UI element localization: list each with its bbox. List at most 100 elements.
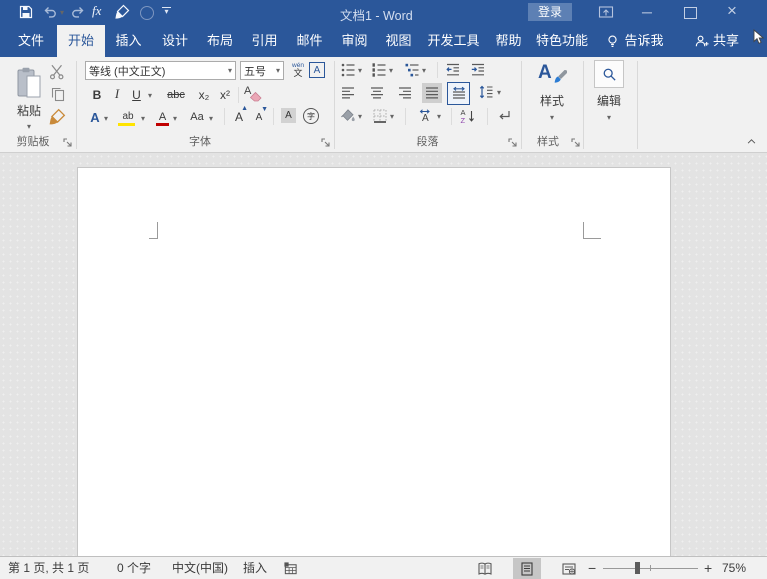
line-spacing-button[interactable] (478, 84, 494, 100)
page-indicator[interactable]: 第 1 页, 共 1 页 (8, 557, 89, 579)
clipboard-dialog-launcher[interactable] (62, 137, 73, 148)
font-color-button[interactable]: A (156, 107, 169, 126)
collapse-ribbon-button[interactable] (745, 136, 758, 147)
character-shading-button[interactable]: A (281, 108, 296, 123)
qat-customize-button[interactable]: ▾ (162, 7, 171, 16)
decrease-indent-button[interactable] (445, 62, 461, 78)
align-right-icon (397, 85, 413, 101)
tab-layout[interactable]: 布局 (198, 25, 242, 57)
minimize-button[interactable]: ─ (634, 3, 660, 21)
redo-button[interactable] (70, 4, 86, 25)
format-painter-button[interactable] (48, 108, 66, 126)
change-case-button[interactable]: Aa (187, 108, 207, 125)
italic-button[interactable]: I (111, 86, 123, 102)
tab-help[interactable]: 帮助 (487, 25, 530, 57)
document-page[interactable] (77, 167, 671, 556)
tab-insert[interactable]: 插入 (105, 25, 152, 57)
justify-button[interactable] (422, 83, 442, 103)
macro-record-button[interactable] (283, 561, 298, 579)
underline-button[interactable]: U (130, 87, 143, 103)
text-effects-button[interactable]: A (88, 108, 102, 126)
sign-in-button[interactable]: 登录 (528, 3, 572, 21)
tab-design[interactable]: 设计 (152, 25, 198, 57)
undo-button[interactable] (42, 4, 58, 25)
insert-mode-indicator[interactable]: 插入 (243, 557, 267, 579)
asian-layout-button[interactable] (418, 108, 434, 124)
print-layout-button[interactable] (513, 558, 541, 579)
font-color-dropdown[interactable]: ▾ (173, 115, 177, 123)
undo-dropdown[interactable]: ▾ (60, 9, 64, 17)
grow-font-button[interactable]: A ▲ (231, 108, 247, 125)
maximize-button[interactable] (684, 7, 697, 19)
align-left-button[interactable] (340, 85, 356, 101)
underline-dropdown[interactable]: ▾ (148, 92, 152, 100)
styles-button[interactable]: A 样式 ▾ (527, 60, 577, 122)
tell-me-button[interactable]: 告诉我 (622, 25, 666, 57)
zoom-out-button[interactable]: − (588, 557, 596, 579)
fx-button[interactable]: fx (92, 3, 101, 19)
paragraph-dialog-launcher[interactable] (507, 137, 518, 148)
paste-button[interactable]: 粘贴 ▾ (8, 61, 50, 137)
ribbon-display-options-button[interactable] (598, 4, 614, 25)
tab-view[interactable]: 视图 (377, 25, 420, 57)
zoom-level[interactable]: 75% (722, 557, 746, 579)
format-painter-qat-button[interactable] (114, 4, 130, 25)
styles-dialog-launcher[interactable] (570, 137, 581, 148)
tab-features[interactable]: 特色功能 (530, 25, 594, 57)
change-case-dropdown[interactable]: ▾ (209, 115, 213, 123)
font-name-combobox[interactable]: 等线 (中文正文) ▾ (85, 61, 236, 80)
bullets-button[interactable] (340, 62, 356, 78)
align-center-button[interactable] (369, 85, 385, 101)
subscript-button[interactable]: x₂ (196, 87, 212, 103)
word-count[interactable]: 0 个字 (117, 557, 151, 579)
phonetic-guide-button[interactable]: wén 文 (288, 61, 308, 80)
editing-button[interactable]: 编辑 ▾ (589, 60, 629, 122)
bold-button[interactable]: B (90, 87, 104, 103)
tab-home[interactable]: 开始 (57, 25, 105, 57)
save-button[interactable] (18, 4, 34, 25)
strikethrough-button[interactable]: abc (164, 87, 188, 103)
numbering-button[interactable] (371, 62, 387, 78)
clear-formatting-button[interactable]: A (244, 85, 264, 103)
align-right-button[interactable] (397, 85, 413, 101)
tab-file[interactable]: 文件 (8, 25, 54, 57)
highlight-color-button[interactable]: ab (118, 107, 138, 126)
close-button[interactable]: × (722, 2, 742, 20)
web-layout-button[interactable] (555, 558, 583, 579)
shading-dropdown[interactable]: ▾ (358, 113, 362, 121)
line-spacing-dropdown[interactable]: ▾ (497, 89, 501, 97)
multilevel-list-button[interactable] (404, 62, 420, 78)
shrink-font-button[interactable]: A ▼ (252, 110, 266, 125)
asian-layout-dropdown[interactable]: ▾ (437, 113, 441, 121)
tab-developer[interactable]: 开发工具 (420, 25, 487, 57)
enclose-characters-button[interactable]: 字 (303, 108, 319, 124)
character-border-button[interactable]: A (309, 62, 325, 78)
highlight-dropdown[interactable]: ▾ (141, 115, 145, 123)
share-button[interactable]: 共享 (710, 25, 742, 57)
read-mode-button[interactable] (471, 558, 499, 579)
font-dialog-launcher[interactable] (320, 137, 331, 148)
language-indicator[interactable]: 中文(中国) (172, 557, 228, 579)
borders-button[interactable] (372, 108, 388, 124)
zoom-in-button[interactable]: + (704, 557, 712, 579)
increase-indent-button[interactable] (470, 62, 486, 78)
text-effects-dropdown[interactable]: ▾ (104, 115, 108, 123)
show-hide-marks-button[interactable] (496, 108, 512, 124)
distributed-button[interactable] (447, 82, 470, 105)
cut-button[interactable] (48, 63, 66, 81)
sort-button[interactable] (460, 108, 476, 124)
tab-mailings[interactable]: 邮件 (287, 25, 332, 57)
tab-references[interactable]: 引用 (242, 25, 287, 57)
zoom-slider-thumb[interactable] (635, 562, 640, 574)
font-size-combobox[interactable]: 五号 ▾ (240, 61, 284, 80)
copy-button[interactable] (50, 86, 66, 102)
oval-shape-button[interactable] (140, 6, 154, 20)
document-area[interactable] (0, 153, 767, 556)
bullets-dropdown[interactable]: ▾ (358, 67, 362, 75)
numbering-dropdown[interactable]: ▾ (389, 67, 393, 75)
borders-dropdown[interactable]: ▾ (390, 113, 394, 121)
multilevel-dropdown[interactable]: ▾ (422, 67, 426, 75)
shading-button[interactable] (340, 108, 356, 124)
superscript-button[interactable]: x² (217, 87, 233, 103)
tab-review[interactable]: 审阅 (332, 25, 377, 57)
